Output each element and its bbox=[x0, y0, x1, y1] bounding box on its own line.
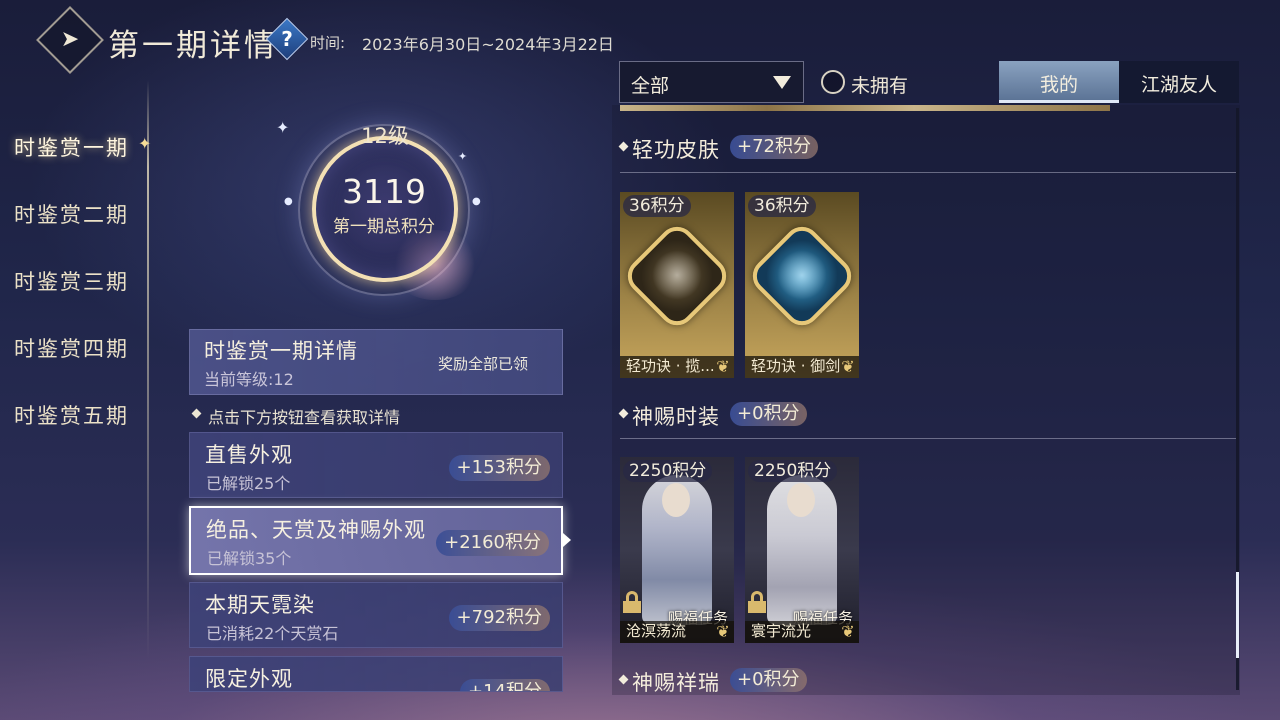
hint-bullet-icon bbox=[191, 408, 202, 419]
section-divider bbox=[620, 438, 1236, 439]
category-subtitle: 已消耗22个天赏石 bbox=[206, 624, 339, 643]
category-points-badge: +792积分 bbox=[448, 605, 550, 631]
reward-status: 奖励全部已领 bbox=[438, 355, 529, 373]
sparkle-icon: ✦ bbox=[458, 150, 468, 163]
unowned-radio[interactable] bbox=[821, 70, 845, 94]
section-points-badge: +72积分 bbox=[730, 135, 818, 159]
lock-icon bbox=[623, 591, 641, 613]
section-header-qinggong: 轻功皮肤 +72积分 bbox=[618, 134, 840, 164]
item-card[interactable]: 2250积分 赐福任务 寰宇流光 ❦ bbox=[745, 457, 859, 643]
item-card[interactable]: 36积分 轻功诀 · 揽... ❦ bbox=[620, 192, 734, 378]
tab-period-4[interactable]: 时鉴赏四期 bbox=[14, 333, 129, 363]
summary-current-level: 当前等级:12 bbox=[204, 370, 294, 389]
item-name: 轻功诀 · 揽... bbox=[626, 357, 715, 375]
time-label: 时间: bbox=[310, 34, 346, 52]
item-name: 沧溟荡流 bbox=[626, 622, 687, 640]
category-title: 直售外观 bbox=[205, 443, 293, 467]
item-points-badge: 36积分 bbox=[748, 195, 816, 217]
back-arrow-icon: ➤ bbox=[60, 27, 80, 52]
time-range: 2023年6月30日~2024年3月22日 bbox=[362, 35, 614, 54]
category-subtitle: 已解锁35个 bbox=[207, 549, 292, 568]
category-title: 限定外观 bbox=[205, 667, 293, 691]
emblem-glow bbox=[652, 250, 702, 300]
corner-cloud-icon: ❦ bbox=[841, 622, 855, 641]
item-card[interactable]: 36积分 轻功诀 · 御剑 ❦ bbox=[745, 192, 859, 378]
tab-period-5[interactable]: 时鉴赏五期 bbox=[14, 400, 129, 430]
category-points-badge: +14积分 bbox=[460, 679, 550, 691]
category-title: 本期天霓染 bbox=[205, 593, 315, 617]
costume-figure-head bbox=[787, 483, 815, 517]
summary-title: 时鉴赏一期详情 bbox=[204, 339, 358, 363]
section-divider bbox=[620, 172, 1236, 173]
help-icon: ? bbox=[281, 27, 293, 51]
tab-friends-label[interactable]: 江湖友人 bbox=[1119, 70, 1239, 97]
category-subtitle: 已解锁25个 bbox=[206, 474, 291, 493]
section-bullet-icon bbox=[618, 141, 629, 152]
corner-cloud-icon: ❦ bbox=[716, 357, 730, 376]
section-bullet-icon bbox=[618, 408, 629, 419]
category-row-limited[interactable]: 限定外观 +14积分 bbox=[189, 656, 563, 692]
item-name: 寰宇流光 bbox=[751, 622, 812, 640]
item-name: 轻功诀 · 御剑 bbox=[751, 357, 841, 375]
section-title: 轻功皮肤 bbox=[632, 138, 720, 162]
category-points-badge: +2160积分 bbox=[436, 530, 549, 556]
tab-period-3[interactable]: 时鉴赏三期 bbox=[14, 266, 129, 296]
corner-cloud-icon: ❦ bbox=[841, 357, 855, 376]
item-card[interactable]: 2250积分 赐福任务 沧溟荡流 ❦ bbox=[620, 457, 734, 643]
lock-icon bbox=[748, 591, 766, 613]
page-title: 第一期详情 bbox=[108, 28, 278, 64]
section-bullet-icon bbox=[618, 674, 629, 685]
selected-row-pointer-icon bbox=[563, 533, 571, 547]
total-score: 3119 bbox=[342, 172, 426, 211]
section-points-badge: +0积分 bbox=[730, 402, 807, 426]
corner-cloud-icon: ❦ bbox=[716, 622, 730, 641]
category-row-direct-sale[interactable]: 直售外观 已解锁25个 +153积分 bbox=[189, 432, 563, 498]
category-row-dye[interactable]: 本期天霓染 已消耗22个天赏石 +792积分 bbox=[189, 582, 563, 648]
hint-text: 点击下方按钮查看获取详情 bbox=[208, 408, 401, 427]
tab-divider bbox=[147, 80, 149, 660]
costume-figure-head bbox=[662, 483, 690, 517]
section-header-auspicious: 神赐祥瑞 +0积分 bbox=[618, 667, 840, 697]
dropdown-caret-icon bbox=[773, 76, 791, 89]
sparkle-icon: ● bbox=[472, 196, 481, 207]
section-header-costume: 神赐时装 +0积分 bbox=[618, 401, 840, 431]
filter-dropdown-value: 全部 bbox=[631, 75, 670, 97]
tab-mine-label[interactable]: 我的 bbox=[999, 70, 1119, 97]
category-points-badge: +153积分 bbox=[448, 455, 550, 481]
category-title: 绝品、天赏及神赐外观 bbox=[206, 518, 426, 542]
item-points-badge: 36积分 bbox=[623, 195, 691, 217]
sparkle-icon: ✦ bbox=[276, 118, 290, 137]
unowned-radio-label[interactable]: 未拥有 bbox=[851, 71, 908, 98]
item-points-badge: 2250积分 bbox=[623, 460, 713, 482]
category-row-premium[interactable]: 绝品、天赏及神赐外观 已解锁35个 +2160积分 bbox=[189, 506, 563, 575]
total-score-label: 第一期总积分 bbox=[333, 217, 435, 237]
previous-row-strip bbox=[620, 105, 1110, 111]
active-tab-marker-icon: ✦ bbox=[138, 134, 152, 153]
tab-period-2[interactable]: 时鉴赏二期 bbox=[14, 199, 129, 229]
emblem-glow bbox=[777, 250, 827, 300]
section-points-badge: +0积分 bbox=[730, 668, 807, 692]
scrollbar-thumb[interactable] bbox=[1236, 572, 1239, 658]
section-title: 神赐时装 bbox=[632, 405, 720, 429]
tab-period-1[interactable]: 时鉴赏一期 bbox=[14, 132, 129, 162]
sparkle-icon: ● bbox=[284, 196, 293, 207]
level-text: 12级 bbox=[361, 124, 409, 148]
section-title: 神赐祥瑞 bbox=[632, 671, 720, 695]
item-points-badge: 2250积分 bbox=[748, 460, 838, 482]
